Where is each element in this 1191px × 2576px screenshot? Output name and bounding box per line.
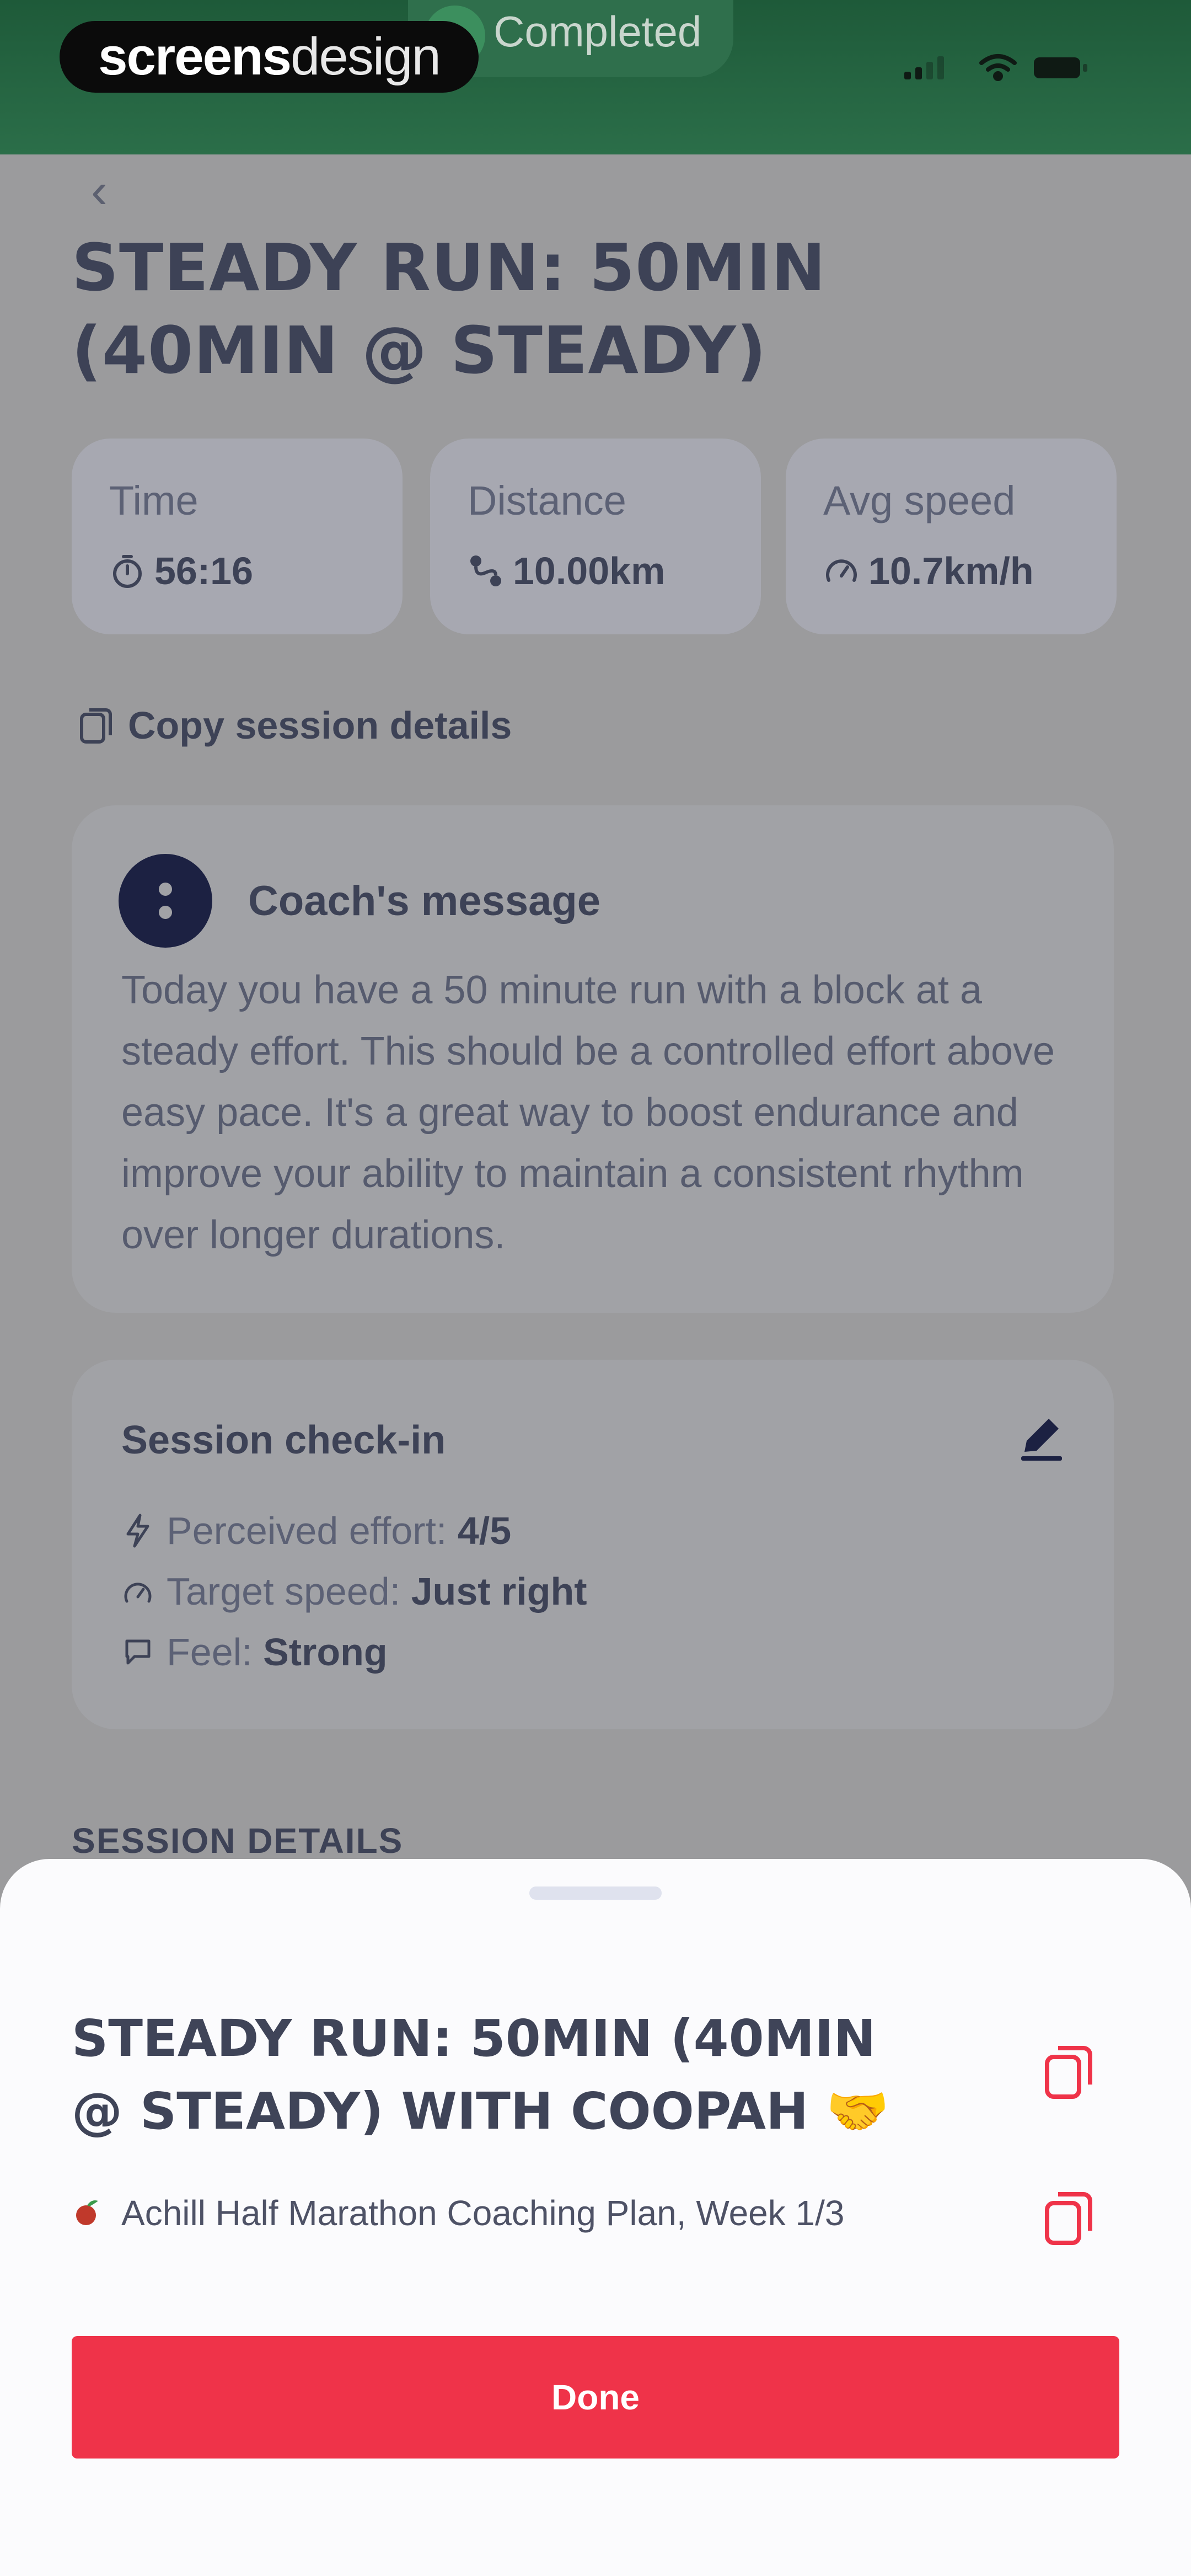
back-chevron-icon[interactable]: ‹ [91,163,108,220]
route-icon [470,555,501,586]
stat-card-distance: Distance 10.00km [430,439,761,634]
copy-session-label: Copy session details [128,704,512,747]
system-status-icons [904,54,1087,81]
checkin-value: 4/5 [457,1509,512,1552]
signal-icon [904,56,944,79]
plan-emoji-icon [76,2200,98,2225]
stat-value: 56:16 [109,549,253,593]
done-button[interactable]: Done [72,2336,1119,2459]
brand-watermark: screensdesign [60,21,479,93]
checkin-row-feel: Feel: Strong [122,1630,388,1674]
stat-card-time: Time 56:16 [72,439,403,634]
page-title: STEADY RUN: 50MIN (40MIN @ STEADY) [72,229,827,388]
stat-value-text: 10.7km/h [868,549,1034,592]
stat-label: Avg speed [823,478,1016,523]
speedometer-icon [124,1583,152,1603]
section-label: SESSION DETAILS [72,1821,404,1861]
brand-regular: design [291,27,441,86]
stat-value: 10.7km/h [823,549,1034,593]
copy-title-icon[interactable] [1039,2038,1100,2104]
stat-label: Time [109,478,198,523]
wifi-icon [979,54,1017,81]
stat-value: 10.00km [468,549,665,593]
plan-row: Achill Half Marathon Coaching Plan, Week… [72,2193,845,2233]
status-text: Completed [493,7,702,56]
checkin-title: Session check-in [121,1418,446,1462]
checkin-label: Perceived effort: [167,1509,458,1552]
copy-plan-icon[interactable] [1039,2184,1100,2251]
plan-name: Achill Half Marathon Coaching Plan, Week… [121,2193,845,2233]
coach-avatar [119,854,212,948]
checkin-value: Just right [411,1570,587,1613]
copy-icon [80,708,112,744]
lightning-icon [126,1514,149,1548]
checkin-label: Target speed: [167,1570,411,1613]
copy-session-details-link[interactable]: Copy session details [77,703,512,747]
stat-value-text: 56:16 [154,549,254,592]
chat-icon [125,1639,151,1665]
stat-card-avg-speed: Avg speed 10.7km/h [786,439,1117,634]
stat-value-text: 10.00km [513,549,666,592]
stopwatch-icon [113,555,142,588]
sheet-title: STEADY RUN: 50MIN (40MIN @ STEADY) WITH … [72,2009,889,2141]
stat-label: Distance [468,478,626,523]
checkin-value: Strong [263,1631,388,1674]
edit-pencil-icon[interactable] [1015,1412,1067,1465]
checkin-label: Feel: [167,1631,264,1674]
checkin-row-effort: Perceived effort: 4/5 [122,1509,511,1553]
coach-body: Today you have a 50 minute run with a bl… [121,968,1055,1257]
battery-icon [1034,57,1087,78]
speedometer-icon [826,559,857,582]
coach-title: Coach's message [248,878,601,924]
sheet-drag-handle[interactable] [529,1886,662,1900]
checkin-row-speed: Target speed: Just right [122,1569,587,1613]
brand-bold: screens [98,27,292,86]
